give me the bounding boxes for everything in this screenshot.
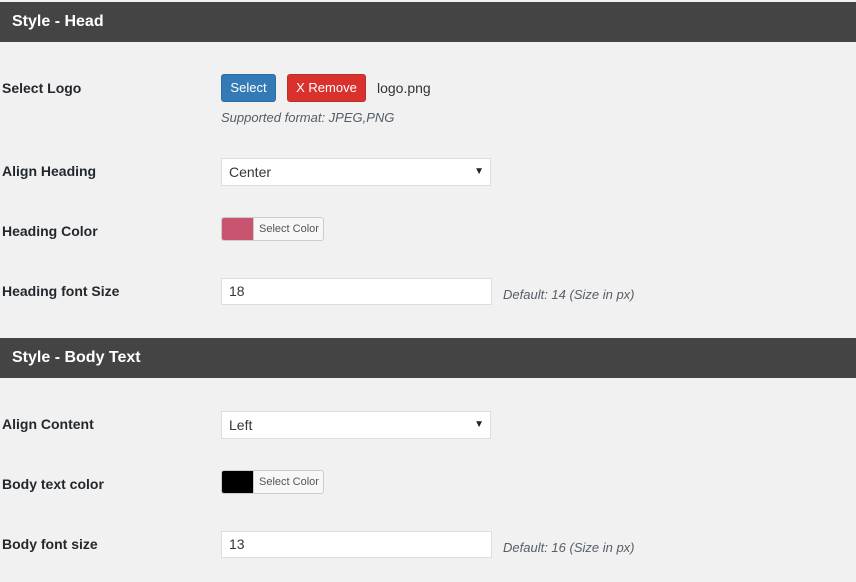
align-heading-select[interactable]: Center ▼ (221, 158, 491, 186)
heading-color-picker[interactable]: Select Color (221, 217, 324, 241)
body-font-size-label: Body font size (2, 536, 98, 552)
align-content-select[interactable]: Left ▼ (221, 411, 491, 439)
heading-font-size-label: Heading font Size (2, 283, 120, 299)
align-heading-label: Align Heading (2, 163, 97, 179)
chevron-down-icon: ▼ (474, 166, 484, 177)
heading-font-size-input[interactable]: 18 (221, 278, 492, 305)
supported-format-hint: Supported format: JPEG,PNG (221, 110, 395, 125)
heading-color-swatch (222, 218, 254, 240)
heading-color-button-label: Select Color (259, 223, 319, 235)
remove-logo-button[interactable]: X Remove (287, 74, 366, 102)
heading-color-label: Heading Color (2, 223, 98, 239)
chevron-down-icon: ▼ (474, 419, 484, 430)
align-content-label: Align Content (2, 416, 94, 432)
section-header-body: Style - Body Text (0, 338, 856, 378)
align-heading-value: Center (229, 164, 272, 180)
section-header-head: Style - Head (0, 2, 856, 42)
select-logo-label: Select Logo (2, 80, 82, 96)
body-color-label: Body text color (2, 476, 104, 492)
logo-filename: logo.png (377, 80, 431, 96)
body-color-swatch (222, 471, 254, 493)
select-logo-button[interactable]: Select (221, 74, 276, 102)
body-color-button-label: Select Color (259, 476, 319, 488)
body-font-size-hint: Default: 16 (Size in px) (503, 540, 635, 555)
body-color-picker[interactable]: Select Color (221, 470, 324, 494)
heading-font-size-hint: Default: 14 (Size in px) (503, 287, 635, 302)
body-font-size-input[interactable]: 13 (221, 531, 492, 558)
align-content-value: Left (229, 417, 253, 433)
